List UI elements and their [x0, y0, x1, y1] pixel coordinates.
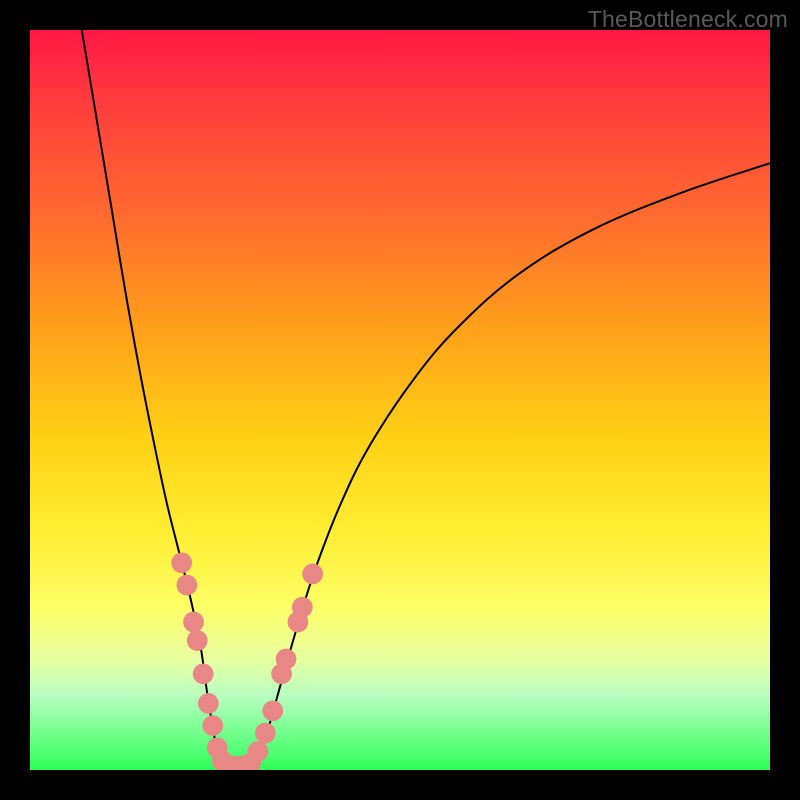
data-marker — [255, 723, 276, 744]
data-marker — [177, 575, 198, 596]
data-marker — [183, 612, 204, 633]
curve-left-branch — [82, 30, 219, 763]
data-marker — [193, 663, 214, 684]
data-marker — [302, 564, 323, 585]
watermark-text: TheBottleneck.com — [588, 6, 788, 33]
data-marker — [198, 693, 219, 714]
markers-group — [171, 552, 323, 770]
curve-right-branch — [256, 163, 770, 762]
chart-svg — [30, 30, 770, 770]
data-marker — [187, 630, 208, 651]
data-marker — [262, 700, 283, 721]
data-marker — [171, 552, 192, 573]
data-marker — [292, 597, 313, 618]
chart-canvas — [30, 30, 770, 770]
data-marker — [202, 715, 223, 736]
data-marker — [276, 649, 297, 670]
data-marker — [248, 741, 269, 762]
